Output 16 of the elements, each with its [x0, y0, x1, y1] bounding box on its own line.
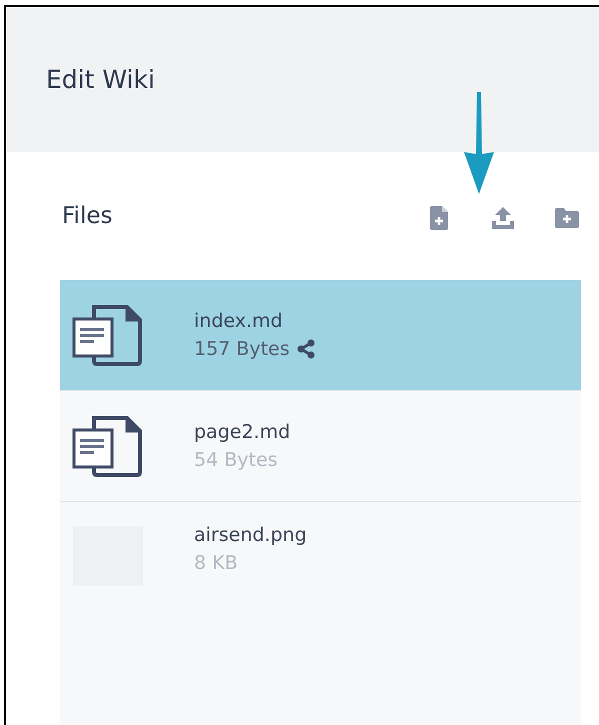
new-file-button[interactable]: [427, 206, 451, 230]
file-row[interactable]: index.md 157 Bytes: [60, 280, 581, 391]
file-row[interactable]: page2.md 54 Bytes: [60, 391, 581, 502]
file-name: page2.md: [194, 421, 290, 443]
files-heading: Files: [62, 203, 114, 229]
file-size: 54 Bytes: [194, 449, 278, 471]
file-size: 157 Bytes: [194, 338, 290, 360]
new-folder-button[interactable]: [555, 206, 579, 230]
file-row[interactable]: airsend.png 8 KB: [60, 502, 581, 725]
upload-button[interactable]: [491, 206, 515, 230]
page-title: Edit Wiki: [46, 65, 155, 94]
file-name: index.md: [194, 310, 284, 332]
file-name: airsend.png: [194, 524, 307, 546]
file-size: 8 KB: [194, 552, 238, 574]
document-icon: [72, 304, 144, 366]
document-icon: [72, 415, 144, 477]
